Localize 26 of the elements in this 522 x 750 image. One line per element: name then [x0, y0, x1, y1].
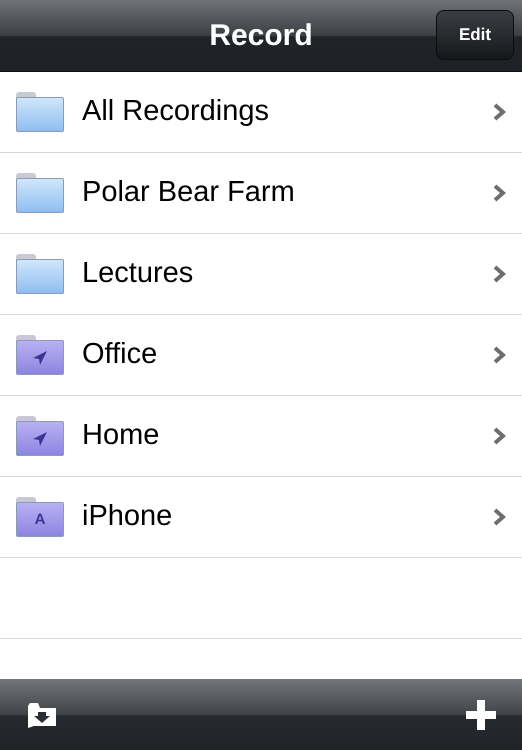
- chevron-icon: [492, 426, 506, 446]
- edit-button[interactable]: Edit: [436, 10, 514, 60]
- folder-icon: [16, 254, 64, 294]
- chevron-icon: [492, 507, 506, 527]
- folder-icon: [16, 92, 64, 132]
- folder-row[interactable]: Lectures: [0, 234, 522, 315]
- folder-row[interactable]: All Recordings: [0, 72, 522, 153]
- folder-label: iPhone: [82, 499, 174, 534]
- folder-label: Lectures: [82, 256, 194, 292]
- chevron-icon: [492, 264, 506, 284]
- folder-label: Home: [82, 418, 160, 454]
- chevron-icon: [492, 183, 506, 203]
- chevron-icon: [492, 102, 506, 122]
- folder-label: All Recordings: [82, 94, 270, 130]
- folder-row[interactable]: Polar Bear Farm: [0, 153, 522, 234]
- folder-row[interactable]: Office: [0, 315, 522, 396]
- plus-icon[interactable]: [466, 700, 496, 730]
- folder-row[interactable]: Home: [0, 396, 522, 477]
- folder-icon: [16, 173, 64, 213]
- location-folder-icon: [16, 416, 64, 456]
- folder-label: Polar Bear Farm: [82, 175, 296, 210]
- folder-label: Office: [82, 337, 158, 372]
- chevron-icon: [492, 345, 506, 365]
- nav-title: Record: [209, 18, 313, 54]
- location-folder-icon: [16, 335, 64, 375]
- folder-row[interactable]: A iPhone: [0, 477, 522, 558]
